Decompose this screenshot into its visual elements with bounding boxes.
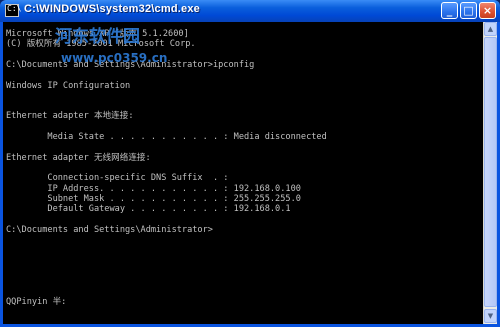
console-line: Ethernet adapter 本地连接: (6, 111, 134, 122)
console-output[interactable]: QQPinyin 半: C:\Documents and Settings\Adm… (3, 22, 483, 324)
console-line: IP Address. . . . . . . . . . . . : 192.… (6, 183, 301, 194)
window-title: C:\WINDOWS\system32\cmd.exe (24, 3, 200, 15)
scroll-down-icon[interactable]: ▼ (484, 309, 497, 323)
maximize-button[interactable]: □ (460, 2, 477, 19)
console-line: Windows IP Configuration (6, 80, 131, 91)
cmd-window: C:\ C:\WINDOWS\system32\cmd.exe _ □ × QQ… (0, 0, 500, 327)
cmd-icon[interactable]: C:\ (5, 4, 21, 17)
title-bar[interactable]: C:\ C:\WINDOWS\system32\cmd.exe _ □ × (0, 0, 500, 22)
console-line: Connection-specific DNS Suffix . : (6, 173, 229, 184)
console-line: Default Gateway . . . . . . . . . : 192.… (6, 204, 291, 215)
console-line: Subnet Mask . . . . . . . . . . . : 255.… (6, 193, 301, 204)
console-line: Media State . . . . . . . . . . . : Medi… (6, 132, 327, 142)
vertical-scrollbar[interactable]: ▲ ▼ (483, 22, 497, 324)
watermark-url: www.pc0359.cn (61, 51, 168, 65)
minimize-button[interactable]: _ (441, 2, 458, 19)
scroll-up-icon[interactable]: ▲ (484, 22, 497, 36)
scrollbar-thumb[interactable] (484, 37, 497, 307)
watermark-brand: 河东软件园 (55, 27, 140, 47)
console-line: C:\Documents and Settings\Administrator> (6, 224, 213, 235)
console-line: QQPinyin 半: (6, 296, 67, 307)
close-button[interactable]: × (479, 2, 496, 19)
console-line: Ethernet adapter 无线网络连接: (6, 152, 151, 163)
